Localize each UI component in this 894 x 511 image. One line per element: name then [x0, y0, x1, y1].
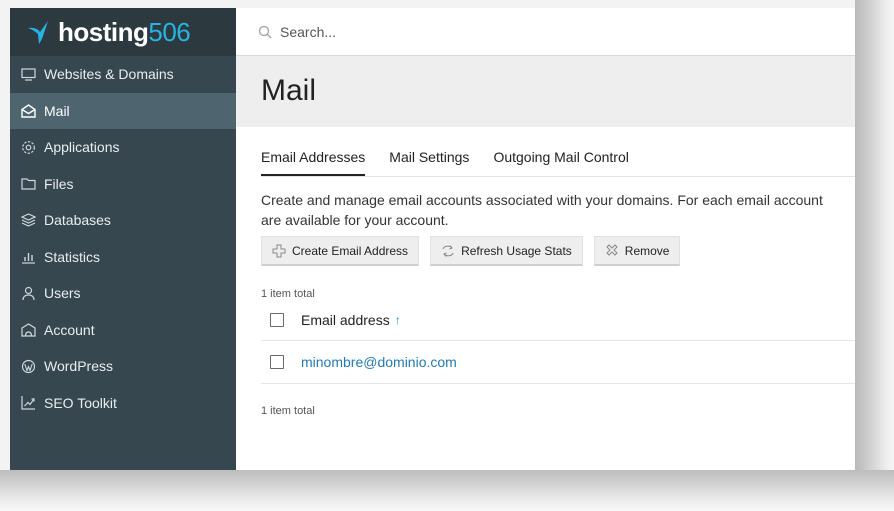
item-count-bottom: 1 item total — [261, 405, 315, 417]
sidebar-item-databases[interactable]: Databases — [10, 202, 236, 239]
blur-edge-right — [855, 0, 894, 511]
create-email-address-button[interactable]: Create Email Address — [261, 236, 420, 266]
brand-logo[interactable]: hosting 506 — [10, 8, 236, 56]
sidebar-item-files[interactable]: Files — [10, 166, 236, 203]
brand-name: hosting — [58, 16, 149, 47]
sidebar-item-label: Websites & Domains — [44, 66, 174, 83]
sort-ascending-icon[interactable]: ↑ — [395, 313, 401, 327]
page-header: Mail — [236, 56, 855, 127]
page-title: Mail — [261, 74, 317, 107]
description-line-2: are available for your account. — [261, 212, 449, 228]
tab-bar: Email Addresses Mail Settings Outgoing M… — [261, 149, 855, 177]
brand-number: 506 — [148, 16, 191, 47]
blur-edge-bottom — [0, 470, 894, 511]
trend-chart-icon — [18, 395, 38, 411]
page-description: Create and manage email accounts associa… — [261, 190, 855, 230]
envelope-open-icon — [18, 103, 38, 119]
tab-mail-settings[interactable]: Mail Settings — [389, 149, 469, 176]
sidebar-item-statistics[interactable]: Statistics — [10, 239, 236, 276]
search-icon[interactable] — [258, 25, 272, 39]
description-line-1: Create and manage email accounts associa… — [261, 192, 823, 208]
sidebar-item-label: Users — [44, 285, 81, 302]
sidebar-item-label: Files — [44, 175, 74, 192]
app-window: hosting 506 Websites & Domains Mail Appli… — [10, 8, 855, 470]
wordpress-icon — [18, 358, 38, 374]
remove-x-icon — [605, 243, 619, 258]
sidebar-item-label: Mail — [44, 102, 70, 119]
gear-icon — [18, 139, 38, 155]
sidebar-nav: Websites & Domains Mail Applications Fil… — [10, 56, 236, 421]
sidebar-item-websites-domains[interactable]: Websites & Domains — [10, 56, 236, 93]
content-area: Email Addresses Mail Settings Outgoing M… — [236, 149, 855, 417]
user-icon — [18, 285, 38, 301]
remove-button[interactable]: Remove — [593, 236, 681, 266]
refresh-usage-stats-button[interactable]: Refresh Usage Stats — [430, 236, 583, 266]
email-address-column-header[interactable]: Email address — [301, 312, 390, 328]
sidebar-item-wordpress[interactable]: WordPress — [10, 348, 236, 385]
remove-label: Remove — [624, 243, 670, 258]
sidebar-item-label: Databases — [44, 212, 111, 229]
table-header: Email address ↑ — [261, 300, 855, 341]
search-input[interactable] — [278, 22, 582, 41]
folder-icon — [18, 176, 38, 192]
refresh-icon — [441, 244, 455, 258]
database-icon — [18, 212, 38, 228]
plus-icon — [272, 244, 286, 258]
tab-outgoing-mail-control[interactable]: Outgoing Mail Control — [493, 149, 628, 176]
sidebar-item-seo-toolkit[interactable]: SEO Toolkit — [10, 385, 236, 422]
top-search-bar — [236, 8, 855, 56]
sidebar-item-applications[interactable]: Applications — [10, 129, 236, 166]
row-checkbox[interactable] — [270, 355, 284, 369]
create-email-address-label: Create Email Address — [292, 243, 409, 258]
monitor-icon — [18, 66, 38, 82]
sidebar-item-label: SEO Toolkit — [44, 394, 117, 411]
table-row: minombre@dominio.com — [261, 341, 855, 384]
sidebar: hosting 506 Websites & Domains Mail Appli… — [10, 8, 236, 470]
email-address-link[interactable]: minombre@dominio.com — [301, 354, 457, 370]
main-panel: Mail Email Addresses Mail Settings Outgo… — [236, 8, 855, 470]
sidebar-item-label: Statistics — [44, 248, 101, 265]
sidebar-item-mail[interactable]: Mail — [10, 92, 236, 129]
tab-email-addresses[interactable]: Email Addresses — [261, 149, 366, 176]
refresh-usage-stats-label: Refresh Usage Stats — [461, 243, 572, 258]
toolbar: Create Email Address Refresh Usage Stats… — [261, 236, 855, 266]
select-all-checkbox[interactable] — [270, 313, 284, 327]
sidebar-item-label: WordPress — [44, 358, 113, 375]
sidebar-item-label: Applications — [44, 139, 120, 156]
bird-logo-icon — [26, 19, 52, 45]
sidebar-item-users[interactable]: Users — [10, 275, 236, 312]
sidebar-item-label: Account — [44, 321, 95, 338]
bar-chart-icon — [18, 249, 38, 265]
item-count-top: 1 item total — [261, 288, 315, 300]
account-icon — [18, 322, 38, 338]
sidebar-item-account[interactable]: Account — [10, 312, 236, 349]
